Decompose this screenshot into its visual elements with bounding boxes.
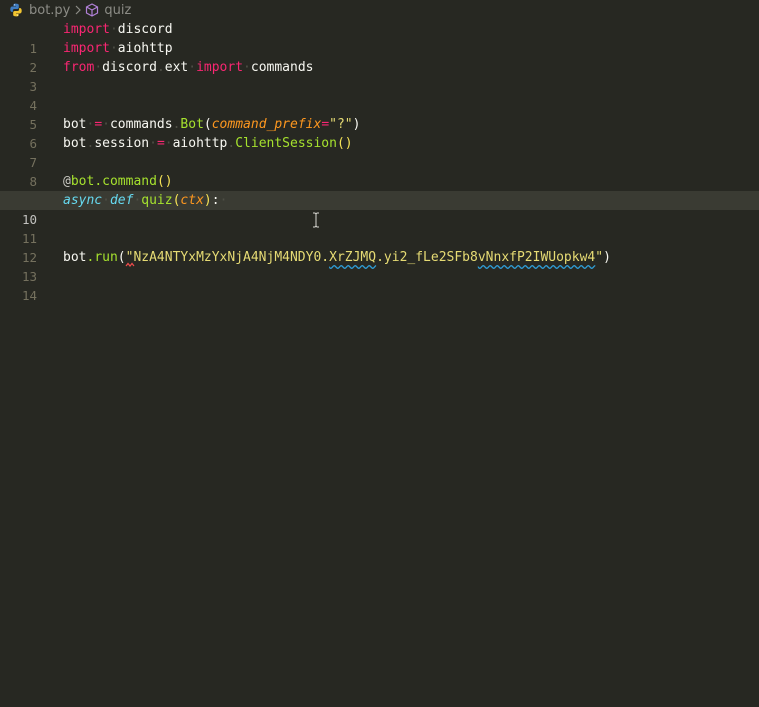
variable-name: bot	[63, 117, 87, 132]
variable-name: bot	[63, 136, 87, 151]
line-content: import·discord	[63, 22, 173, 37]
code-area[interactable]: 1 import·discord 2 import·aiohttp 3 from…	[0, 20, 759, 303]
code-line[interactable]: 2 import·aiohttp	[0, 39, 759, 75]
breadcrumb-symbol[interactable]: quiz	[104, 3, 131, 18]
module-name: commands	[109, 117, 173, 132]
line-content: bot.session·=·aiohttp.ClientSession()	[63, 136, 353, 151]
code-line[interactable]: 12	[0, 229, 759, 267]
line-content: from·discord.ext·import·commands	[63, 60, 314, 75]
python-icon	[9, 3, 23, 17]
class-name: ClientSession	[235, 136, 337, 151]
module-name: discord	[117, 22, 173, 37]
code-line[interactable]: 5	[0, 96, 759, 132]
chevron-right-icon	[74, 5, 82, 15]
string-literal: "?"	[329, 117, 353, 132]
line-content: @bot.command()	[63, 174, 173, 189]
class-name: Bot	[180, 117, 204, 132]
breadcrumb: bot.py quiz	[0, 0, 759, 20]
code-line[interactable]: 9 @bot.command()	[0, 172, 759, 208]
module-name: discord	[102, 60, 157, 75]
error-squiggle-icon	[62, 235, 135, 267]
keyword-import: import	[63, 41, 110, 56]
code-line-current[interactable]: 10 async·def·quiz(ctx):·	[0, 191, 759, 228]
spelling-squiggle: XrZJMQ	[329, 250, 377, 265]
text-cursor-icon	[249, 193, 319, 228]
decorator-name: command	[102, 174, 157, 189]
code-line[interactable]: 7 bot.session·=·aiohttp.ClientSession()	[0, 134, 759, 170]
module-name: ext	[164, 60, 189, 75]
module-name: commands	[250, 60, 314, 75]
code-line[interactable]: 3 from·discord.ext·import·commands	[0, 58, 759, 94]
string-literal: "NzA4NTYxMzYxNjA4NjM4NDY0.XrZJMQ.yi2_fLe…	[125, 250, 604, 265]
keyword-from: from	[63, 60, 95, 75]
line-content: import·aiohttp	[63, 41, 173, 56]
cube-icon	[85, 3, 99, 17]
code-line[interactable]: 4	[0, 77, 759, 113]
variable-name: bot	[63, 250, 87, 265]
code-line[interactable]: 14	[0, 267, 759, 303]
parameter-name: command_prefix	[211, 117, 322, 132]
line-number: 14	[21, 288, 37, 303]
parameter-name: ctx	[180, 193, 204, 208]
module-name: aiohttp	[117, 41, 173, 56]
line-content: bot·=·commands.Bot(command_prefix="?")	[63, 117, 361, 132]
function-name: quiz	[141, 193, 173, 208]
keyword-import: import	[63, 22, 110, 37]
keyword-import: import	[196, 60, 244, 75]
function-call: run	[94, 250, 118, 265]
module-name: aiohttp	[172, 136, 228, 151]
decorator-at: @	[63, 174, 71, 189]
decorator-object: bot	[70, 174, 95, 189]
code-line[interactable]: 13 bot.run("NzA4NTYxMzYxNjA4NjM4NDY0.XrZ…	[0, 248, 759, 284]
code-line[interactable]: 1 import·discord	[0, 20, 759, 56]
breadcrumb-file[interactable]: bot.py	[29, 3, 70, 18]
spelling-squiggle: vNnxfP2IWUopkw4	[477, 250, 596, 265]
code-editor[interactable]: bot.py quiz 1 import·discord 2 import·ai…	[0, 0, 759, 707]
code-line[interactable]: 6 bot·=·commands.Bot(command_prefix="?")	[0, 115, 759, 151]
code-line[interactable]: 11	[0, 210, 759, 246]
keyword-async: async	[63, 193, 103, 208]
code-line[interactable]: 8	[0, 153, 759, 189]
line-content: bot.run("NzA4NTYxMzYxNjA4NjM4NDY0.XrZJMQ…	[63, 250, 611, 265]
keyword-def: def	[109, 193, 134, 208]
line-content: async·def·quiz(ctx):·	[63, 193, 228, 208]
attribute-name: session	[94, 136, 150, 151]
